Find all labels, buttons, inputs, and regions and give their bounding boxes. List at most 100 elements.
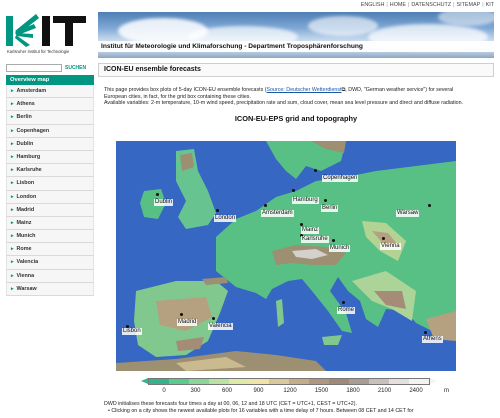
kit-logo[interactable]: Karlsruher Institut für Technologie [6, 12, 94, 58]
variables-text: Available variables: 2-m temperature, 10… [104, 100, 464, 107]
sidebar: SUCHEN Overview map ▸ Amsterdam ▸ Athens ▸ Be… [6, 63, 94, 296]
main-content: ICON-EU ensemble forecasts This page pro… [98, 63, 494, 123]
city-marker-warsaw [428, 204, 431, 207]
city-marker-madrid [180, 313, 183, 316]
sidebar-heading-overview-map[interactable]: Overview map [6, 75, 94, 85]
city-label-london[interactable]: London [214, 215, 237, 222]
sidebar-item-label: Copenhagen [16, 127, 50, 134]
link-english[interactable]: ENGLISH [361, 2, 385, 8]
chevron-right-icon: ▸ [11, 167, 14, 174]
sidebar-item-lisbon[interactable]: ▸ Lisbon [6, 177, 94, 191]
chevron-right-icon: ▸ [11, 101, 14, 108]
chevron-right-icon: ▸ [11, 88, 14, 94]
link-sitemap[interactable]: SITEMAP [457, 2, 481, 8]
city-label-valencia[interactable]: Valencia [208, 323, 233, 330]
sidebar-item-athens[interactable]: ▸ Athens [6, 98, 94, 112]
sidebar-item-rome[interactable]: ▸ Rome [6, 243, 94, 257]
chevron-right-icon: ▸ [11, 114, 14, 121]
city-label-lisbon[interactable]: Lisbon [122, 328, 142, 335]
sidebar-item-label: London [16, 193, 37, 200]
sidebar-item-mainz[interactable]: ▸ Mainz [6, 216, 94, 231]
colorbar-segment [309, 379, 329, 384]
city-label-mainz[interactable]: Mainz [301, 227, 320, 234]
sidebar-item-label: Dublin [16, 140, 34, 147]
sidebar-item-berlin[interactable]: ▸ Berlin [6, 111, 94, 125]
city-label-rome[interactable]: Rome [337, 307, 356, 314]
colorbar-unit: m [444, 388, 449, 394]
sidebar-item-label: Amsterdam [16, 88, 47, 94]
forecast-info-text: DWD initialises these forecasts four tim… [104, 401, 490, 414]
search-button[interactable]: SUCHEN [65, 65, 86, 71]
separator: | [386, 2, 388, 8]
colorbar-segment [209, 379, 229, 384]
colorbar-tick-label: 1800 [346, 388, 360, 394]
sidebar-item-label: Madrid [16, 206, 35, 213]
click-city-text: • Clicking on a city shows the newest av… [108, 407, 414, 414]
colorbar-tick-label: 2100 [377, 388, 392, 394]
city-label-karlsruhe[interactable]: Karlsruhe [301, 236, 329, 243]
sidebar-item-valencia[interactable]: ▸ Valencia [6, 256, 94, 270]
topography-map: Copenhagen Dublin Hamburg Berlin London Amste… [116, 141, 456, 371]
chevron-right-icon: ▸ [11, 180, 14, 187]
colorbar-segment [249, 379, 269, 384]
page-title: ICON-EU ensemble forecasts [98, 63, 494, 77]
separator: | [482, 2, 484, 8]
link-kit[interactable]: KIT [486, 2, 494, 8]
colorbar-tick-label: 600 [221, 388, 233, 394]
city-marker-london [216, 209, 219, 212]
colorbar-segment [189, 379, 209, 384]
chevron-right-icon: ▸ [11, 153, 14, 160]
link-datenschutz[interactable]: DATENSCHUTZ [411, 2, 451, 8]
city-label-hamburg[interactable]: Hamburg [292, 197, 319, 204]
city-label-copenhagen[interactable]: Copenhagen [322, 175, 359, 182]
model-grid-overlay [116, 141, 456, 371]
sidebar-item-label: Lisbon [16, 180, 35, 187]
chevron-right-icon: ▸ [11, 233, 14, 240]
chevron-right-icon: ▸ [11, 272, 14, 279]
link-home[interactable]: HOME [390, 2, 406, 8]
city-label-dublin[interactable]: Dublin [154, 199, 174, 206]
city-label-munich[interactable]: Munich [329, 245, 351, 252]
city-marker-athens [424, 331, 427, 334]
city-label-madrid[interactable]: Madrid [177, 319, 198, 326]
city-marker-valencia [212, 317, 215, 320]
chevron-right-icon: ▸ [11, 193, 14, 200]
colorbar-min-arrow [141, 378, 148, 384]
chevron-right-icon: ▸ [11, 285, 14, 292]
city-marker-vienna [382, 237, 385, 240]
figure-title: ICON-EU-EPS grid and topography [234, 113, 358, 123]
sidebar-item-vienna[interactable]: ▸ Vienna [6, 269, 94, 283]
colorbar-segment [329, 379, 349, 384]
search-bar: SUCHEN [6, 63, 94, 72]
city-marker-dublin [156, 193, 159, 196]
city-label-amsterdam[interactable]: Amsterdam [261, 210, 294, 217]
colorbar-segment [369, 379, 389, 384]
city-label-vienna[interactable]: Vienna [380, 243, 401, 250]
city-marker-mainz [300, 223, 303, 226]
dwd-source-link[interactable]: Source: Deutscher Wetterdienst [267, 87, 342, 93]
sidebar-item-label: Hamburg [16, 153, 41, 160]
city-label-athens[interactable]: Athens [422, 336, 443, 343]
sidebar-item-label: Karlsruhe [16, 167, 42, 174]
separator: | [407, 2, 410, 8]
sidebar-item-warsaw[interactable]: ▸ Warsaw [6, 282, 94, 296]
sidebar-item-dublin[interactable]: ▸ Dublin [6, 137, 94, 151]
colorbar-tick-label: 1500 [314, 388, 329, 394]
city-label-berlin[interactable]: Berlin [321, 205, 339, 212]
sidebar-item-karlsruhe[interactable]: ▸ Karlsruhe [6, 164, 94, 178]
sidebar-item-madrid[interactable]: ▸ Madrid [6, 203, 94, 217]
logo-subtitle: Karlsruher Institut für Technologie [7, 49, 70, 54]
search-input[interactable] [6, 63, 62, 72]
city-marker-munich [332, 239, 335, 242]
city-label-warsaw[interactable]: Warsaw [396, 210, 420, 217]
sidebar-item-munich[interactable]: ▸ Munich [6, 230, 94, 244]
colorbar-tick-label: 900 [253, 388, 264, 394]
sidebar-item-hamburg[interactable]: ▸ Hamburg [6, 150, 94, 165]
colorbar-segment [269, 379, 289, 384]
sidebar-item-amsterdam[interactable]: ▸ Amsterdam [6, 85, 94, 99]
city-marker-copenhagen [314, 169, 317, 172]
sidebar-item-copenhagen[interactable]: ▸ Copenhagen [6, 124, 94, 138]
sidebar-item-label: Berlin [16, 114, 32, 121]
colorbar-tick-label: 300 [190, 388, 201, 394]
sidebar-item-london[interactable]: ▸ London [6, 190, 94, 204]
